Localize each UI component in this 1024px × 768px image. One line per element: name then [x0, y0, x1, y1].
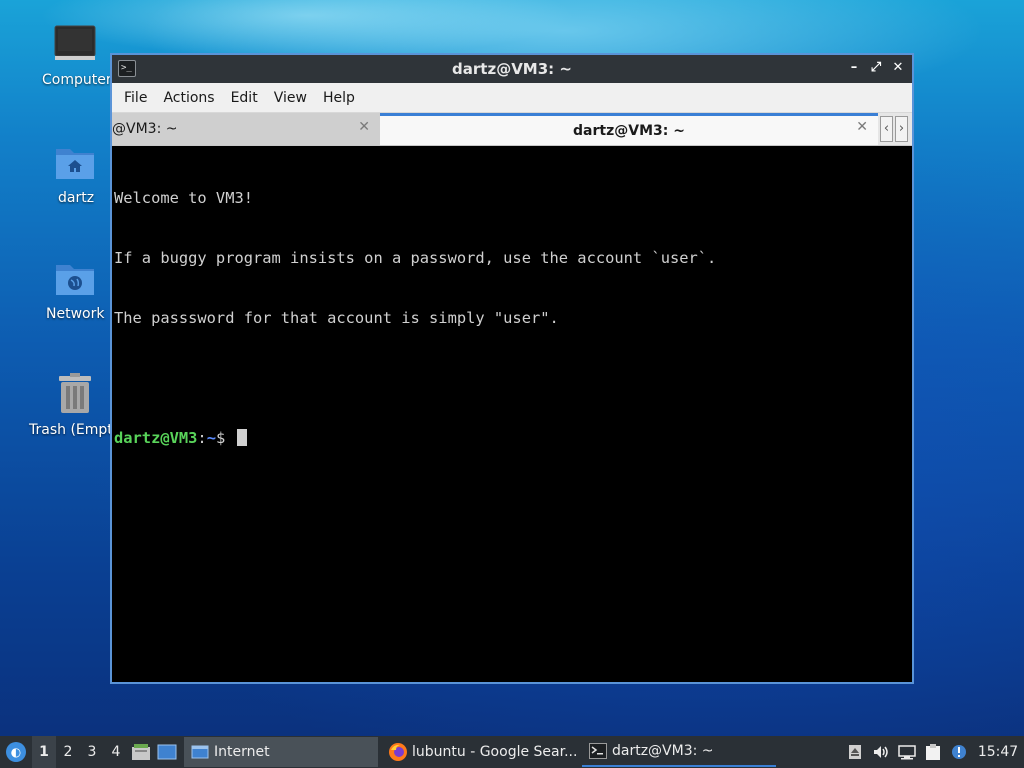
taskbar: ◐ 1 2 3 4 Internet lubuntu - Google Sear… — [0, 736, 1024, 768]
tab-2[interactable]: dartz@VM3: ~ ✕ — [380, 113, 878, 145]
start-menu-button[interactable]: ◐ — [0, 736, 32, 768]
prompt-symbol: $ — [215, 429, 235, 447]
terminal-cursor — [236, 429, 247, 446]
tab-scroll-left-icon[interactable]: ‹ — [880, 116, 893, 142]
terminal-line: Welcome to VM3! — [114, 189, 253, 207]
file-manager-launcher[interactable] — [128, 736, 154, 768]
terminal-line: If a buggy program insists on a password… — [114, 249, 717, 267]
terminal-icon — [588, 741, 608, 761]
show-desktop-launcher[interactable] — [154, 736, 180, 768]
minimize-button[interactable]: – — [846, 59, 862, 77]
window-icon — [190, 742, 210, 762]
terminal-window: >_ dartz@VM3: ~ – ⤢ ✕ File Actions Edit … — [110, 53, 914, 684]
task-label: dartz@VM3: ~ — [612, 743, 714, 759]
terminal-app-icon: >_ — [118, 60, 136, 77]
workspace-2[interactable]: 2 — [56, 736, 80, 768]
tab-1[interactable]: @VM3: ~ ✕ — [112, 113, 380, 145]
window-titlebar[interactable]: >_ dartz@VM3: ~ – ⤢ ✕ — [112, 55, 912, 83]
lubuntu-logo-icon: ◐ — [6, 742, 26, 762]
task-terminal[interactable]: dartz@VM3: ~ — [582, 737, 776, 767]
prompt-path: ~ — [206, 429, 216, 447]
prompt-colon: : — [197, 429, 207, 447]
prompt-user-host: dartz@VM3 — [114, 429, 198, 447]
terminal-output[interactable]: Welcome to VM3! If a buggy program insis… — [112, 146, 912, 682]
task-label: lubuntu - Google Sear... — [412, 744, 578, 760]
tab-scroll: ‹ › — [878, 113, 910, 145]
network-folder-icon — [53, 256, 97, 300]
tab-label: dartz@VM3: ~ — [573, 122, 685, 139]
system-tray: 15:47 — [842, 736, 1024, 768]
menu-file[interactable]: File — [116, 90, 155, 106]
update-notifier-icon[interactable] — [946, 736, 972, 768]
terminal-line: The passsword for that account is simply… — [114, 309, 559, 327]
task-label: Internet — [214, 744, 270, 760]
tab-close-icon[interactable]: ✕ — [856, 119, 868, 135]
terminal-prompt: dartz@VM3:~$ — [114, 428, 910, 448]
trash-icon — [53, 372, 97, 416]
tab-label: @VM3: ~ — [112, 121, 178, 137]
workspace-3[interactable]: 3 — [80, 736, 104, 768]
menu-edit[interactable]: Edit — [223, 90, 266, 106]
show-desktop-icon — [157, 744, 177, 760]
menu-actions[interactable]: Actions — [155, 90, 222, 106]
tab-scroll-right-icon[interactable]: › — [895, 116, 908, 142]
workspace-1[interactable]: 1 — [32, 736, 56, 768]
workspace-4[interactable]: 4 — [104, 736, 128, 768]
close-button[interactable]: ✕ — [890, 59, 906, 77]
firefox-icon — [388, 742, 408, 762]
tab-bar: @VM3: ~ ✕ dartz@VM3: ~ ✕ ‹ › — [112, 113, 912, 146]
task-browser[interactable]: lubuntu - Google Sear... — [382, 737, 578, 767]
tab-close-icon[interactable]: ✕ — [358, 119, 370, 135]
window-controls: – ⤢ ✕ — [846, 59, 906, 77]
file-manager-icon — [132, 744, 150, 760]
window-title: dartz@VM3: ~ — [452, 60, 572, 78]
computer-icon — [53, 22, 97, 66]
home-folder-icon — [53, 140, 97, 184]
maximize-button[interactable]: ⤢ — [868, 59, 884, 77]
volume-icon[interactable] — [868, 736, 894, 768]
network-icon[interactable] — [894, 736, 920, 768]
task-internet[interactable]: Internet — [184, 737, 378, 767]
eject-icon[interactable] — [842, 736, 868, 768]
clock[interactable]: 15:47 — [972, 744, 1024, 760]
menu-view[interactable]: View — [266, 90, 315, 106]
clipboard-icon[interactable] — [920, 736, 946, 768]
menu-bar: File Actions Edit View Help — [112, 83, 912, 113]
menu-help[interactable]: Help — [315, 90, 363, 106]
